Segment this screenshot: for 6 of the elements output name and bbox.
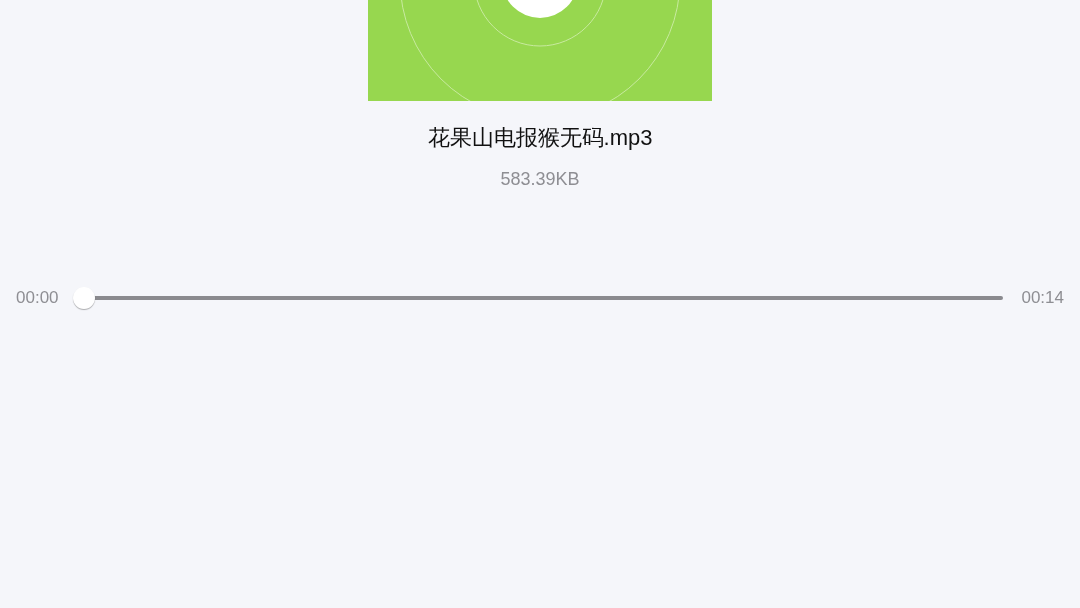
duration-time: 00:14 bbox=[1021, 288, 1064, 308]
slider-thumb[interactable] bbox=[72, 287, 95, 309]
file-size: 583.39KB bbox=[500, 168, 580, 191]
progress-slider[interactable] bbox=[72, 286, 1004, 310]
elapsed-time: 00:00 bbox=[16, 288, 59, 308]
file-name: 花果山电报猴无码.mp3 bbox=[427, 124, 653, 152]
